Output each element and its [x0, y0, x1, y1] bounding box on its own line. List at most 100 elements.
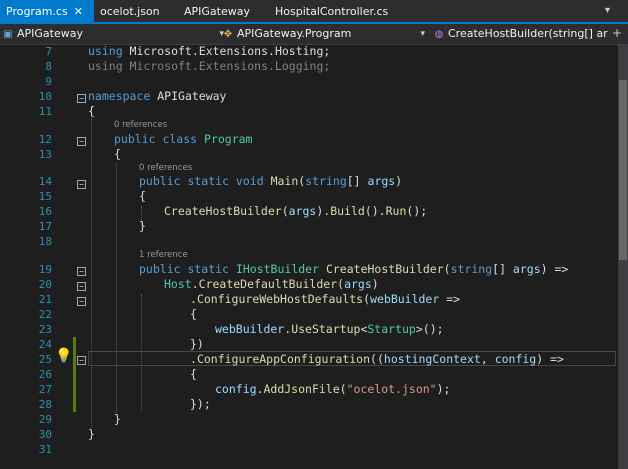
tab-hospitalcontroller-cs[interactable]: HospitalController.cs: [275, 0, 405, 24]
code-token: );: [436, 382, 451, 396]
close-tab-icon[interactable]: ✕: [74, 0, 83, 24]
code-token: config: [215, 382, 257, 396]
code-line: });: [190, 397, 211, 412]
code-token: string: [305, 174, 347, 188]
collapse-region-icon[interactable]: −: [77, 94, 86, 103]
lightbulb-icon[interactable]: 💡: [55, 348, 72, 364]
code-token: (: [363, 292, 371, 306]
code-line: .ConfigureWebHostDefaults(webBuilder =>: [190, 292, 460, 307]
code-token: args: [512, 262, 541, 276]
code-token: {: [88, 104, 95, 118]
collapse-region-icon[interactable]: −: [77, 180, 86, 189]
navigation-bar: ▣ APIGateway ▾ ✥ APIGateway.Program ▾ ◍ Creat…: [0, 24, 628, 45]
code-token: Run: [385, 204, 407, 218]
member-dropdown-label: CreateHostBuilder(string[] args): [448, 27, 608, 40]
code-token: CreateHostBuilder: [164, 204, 282, 218]
code-line: }): [190, 337, 204, 352]
csharp-project-icon: ▣: [3, 29, 13, 40]
line-number: 9: [45, 75, 52, 88]
change-tracking-bar: [73, 337, 76, 412]
code-line: }: [139, 219, 146, 234]
line-number: 28: [38, 398, 52, 411]
project-dropdown[interactable]: ▣ APIGateway ▾: [2, 26, 226, 42]
code-token: .: [191, 277, 199, 291]
code-token: (: [339, 382, 347, 396]
line-number: 18: [38, 235, 52, 248]
collapse-region-icon[interactable]: −: [77, 267, 86, 276]
code-line: public static void Main(string[] args): [139, 174, 402, 189]
collapse-region-icon[interactable]: −: [77, 297, 86, 306]
code-token: Host: [164, 277, 192, 291]
code-line: using Microsoft.Extensions.Hosting;: [88, 44, 330, 59]
code-token: args: [288, 204, 317, 218]
code-token: []: [346, 174, 368, 188]
document-tab-strip: Program.cs ✕ ocelot.json APIGateway Hospi…: [0, 0, 628, 24]
line-number: 25: [38, 353, 52, 366]
vertical-scrollbar[interactable]: [618, 45, 628, 469]
code-line: namespace APIGateway: [88, 89, 227, 104]
line-number: 23: [38, 323, 52, 336]
code-token: public static: [139, 262, 236, 276]
line-number: 8: [45, 60, 52, 73]
code-token: args: [367, 174, 396, 188]
line-number: 17: [38, 220, 52, 233]
code-token: ,: [480, 352, 495, 366]
member-dropdown[interactable]: ◍ CreateHostBuilder(string[] args): [433, 26, 608, 42]
code-token: ((: [370, 352, 384, 366]
code-token: Program: [204, 132, 253, 146]
line-number: 31: [38, 443, 52, 456]
code-token: .: [190, 292, 197, 306]
code-token: Startup: [367, 322, 416, 336]
type-dropdown-label: APIGateway.Program: [237, 27, 352, 40]
tab-apigateway[interactable]: APIGateway: [184, 0, 264, 24]
code-token: CreateHostBuilder: [325, 262, 444, 276]
code-token: hostingContext: [383, 352, 481, 366]
code-token: ) =>: [540, 262, 569, 276]
code-token: namespace: [88, 89, 158, 103]
code-line: }: [88, 427, 95, 442]
code-line: using Microsoft.Extensions.Logging;: [88, 59, 330, 74]
chevron-down-icon: ▾: [420, 29, 425, 39]
code-token: webBuilder: [215, 322, 285, 336]
code-token: config: [494, 352, 537, 366]
code-token: Microsoft.Extensions.Hosting;: [129, 44, 331, 58]
line-number: 19: [38, 263, 52, 276]
code-token: UseStartup: [291, 322, 361, 336]
collapse-region-icon[interactable]: −: [77, 137, 86, 146]
line-number: 15: [38, 190, 52, 203]
codelens-references[interactable]: 1 reference: [139, 250, 188, 260]
tab-label: ocelot.json: [100, 5, 160, 18]
code-token: >();: [415, 322, 444, 336]
tab-program-cs[interactable]: Program.cs ✕: [0, 0, 94, 24]
code-token: });: [190, 397, 211, 411]
code-token: APIGateway: [157, 89, 227, 103]
code-token: "ocelot.json": [346, 382, 437, 396]
split-window-icon[interactable]: +: [612, 26, 622, 40]
line-number: 10: [38, 90, 52, 103]
line-number: 20: [38, 278, 52, 291]
indent-guide: [116, 163, 117, 413]
line-number: 30: [38, 428, 52, 441]
code-token: ConfigureWebHostDefaults: [196, 292, 364, 306]
collapse-region-icon[interactable]: −: [77, 282, 86, 291]
code-token: AddJsonFile: [263, 382, 340, 396]
code-token: =>: [439, 292, 461, 306]
code-token: ) =>: [536, 352, 564, 366]
codelens-references[interactable]: 0 references: [139, 163, 192, 173]
type-dropdown[interactable]: ✥ APIGateway.Program ▾: [222, 26, 427, 42]
code-token: ().: [364, 204, 386, 218]
collapse-region-icon[interactable]: −: [77, 356, 86, 365]
code-token: public class: [114, 132, 205, 146]
code-token: }: [88, 427, 95, 441]
line-number: 7: [45, 45, 52, 58]
project-dropdown-label: APIGateway: [17, 27, 83, 40]
tab-ocelot-json[interactable]: ocelot.json: [96, 0, 176, 24]
scrollbar-thumb[interactable]: [619, 80, 627, 260]
tab-overflow-dropdown-icon[interactable]: ▾: [605, 0, 610, 22]
code-line: Host.CreateDefaultBuilder(args): [164, 277, 379, 292]
code-line: {: [88, 104, 95, 119]
codelens-references[interactable]: 0 references: [114, 120, 167, 130]
code-line: public static IHostBuilder CreateHostBui…: [139, 262, 568, 277]
code-token: ): [395, 174, 403, 188]
line-number: 27: [38, 383, 52, 396]
